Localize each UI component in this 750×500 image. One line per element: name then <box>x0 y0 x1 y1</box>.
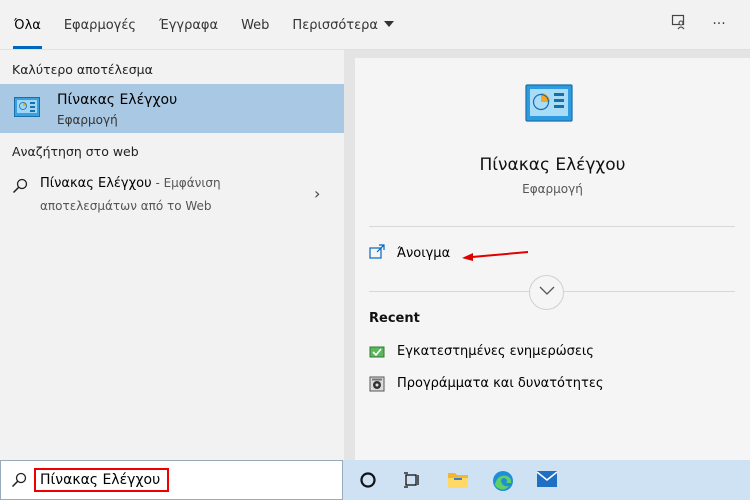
open-label: Άνοιγμα <box>397 246 451 261</box>
best-match-name: Πίνακας Ελέγχου <box>57 92 178 108</box>
preview-pane: Πίνακας Ελέγχου Εφαρμογή Άνοιγμα Recent … <box>344 50 750 460</box>
web-search-result[interactable]: Πίνακας Ελέγχου - Εμφάνιση αποτελεσμάτων… <box>0 170 344 218</box>
scope-tabs: Όλα Εφαρμογές Έγγραφα Web Περισσότερα <box>13 0 417 49</box>
chevron-down-icon <box>539 286 554 295</box>
file-explorer-button[interactable] <box>437 460 477 500</box>
web-search-heading: Αναζήτηση στο web <box>12 144 139 159</box>
chevron-down-icon <box>383 21 394 27</box>
recent-item-label: Προγράμματα και δυνατότητες <box>397 376 604 391</box>
tab-all[interactable]: Όλα <box>13 0 42 49</box>
control-panel-icon <box>14 97 40 117</box>
edge-icon <box>493 471 513 491</box>
chevron-right-icon[interactable]: › <box>314 184 320 203</box>
expand-button[interactable] <box>529 275 564 310</box>
recent-item-label: Εγκατεστημένες ενημερώσεις <box>397 344 594 359</box>
feedback-icon[interactable] <box>669 14 689 34</box>
cortana-icon <box>360 472 376 488</box>
app-subtitle: Εφαρμογή <box>522 182 583 196</box>
app-detail-card: Πίνακας Ελέγχου Εφαρμογή Άνοιγμα Recent … <box>355 58 750 460</box>
web-result-query: Πίνακας Ελέγχου <box>40 176 152 191</box>
tab-more[interactable]: Περισσότερα <box>292 0 394 49</box>
tab-web[interactable]: Web <box>241 0 269 49</box>
recent-heading: Recent <box>369 311 420 326</box>
divider <box>369 226 735 227</box>
edge-button[interactable] <box>482 460 522 500</box>
taskbar: Πίνακας Ελέγχου <box>0 460 750 500</box>
installed-updates-icon <box>369 346 385 358</box>
mail-icon <box>536 471 558 487</box>
best-match-type: Εφαρμογή <box>57 113 118 127</box>
tab-documents[interactable]: Έγγραφα <box>159 0 218 49</box>
file-explorer-icon <box>448 473 468 488</box>
more-options-icon[interactable]: ··· <box>709 14 729 34</box>
web-result-line2: αποτελεσμάτων από το Web <box>40 199 212 213</box>
task-view-button[interactable] <box>392 460 432 500</box>
best-match-result[interactable]: Πίνακας Ελέγχου Εφαρμογή <box>0 84 344 133</box>
programs-features-icon <box>369 376 385 392</box>
tab-apps[interactable]: Εφαρμογές <box>64 0 136 49</box>
search-scope-bar: Όλα Εφαρμογές Έγγραφα Web Περισσότερα ··… <box>0 0 750 50</box>
taskbar-search-box[interactable]: Πίνακας Ελέγχου <box>0 460 343 500</box>
app-title: Πίνακας Ελέγχου <box>479 155 626 175</box>
control-panel-large-icon <box>525 84 573 122</box>
search-input[interactable]: Πίνακας Ελέγχου <box>34 468 169 492</box>
search-icon <box>11 472 27 488</box>
mail-button[interactable] <box>526 460 566 500</box>
best-match-heading: Καλύτερο αποτέλεσμα <box>12 62 153 77</box>
task-view-icon <box>404 472 419 488</box>
search-icon <box>12 178 28 194</box>
results-pane: Καλύτερο αποτέλεσμα Πίνακας Ελέγχου Εφαρ… <box>0 50 344 460</box>
cortana-button[interactable] <box>348 460 388 500</box>
open-external-icon <box>369 244 385 259</box>
web-result-suffix: - Εμφάνιση <box>151 176 221 190</box>
